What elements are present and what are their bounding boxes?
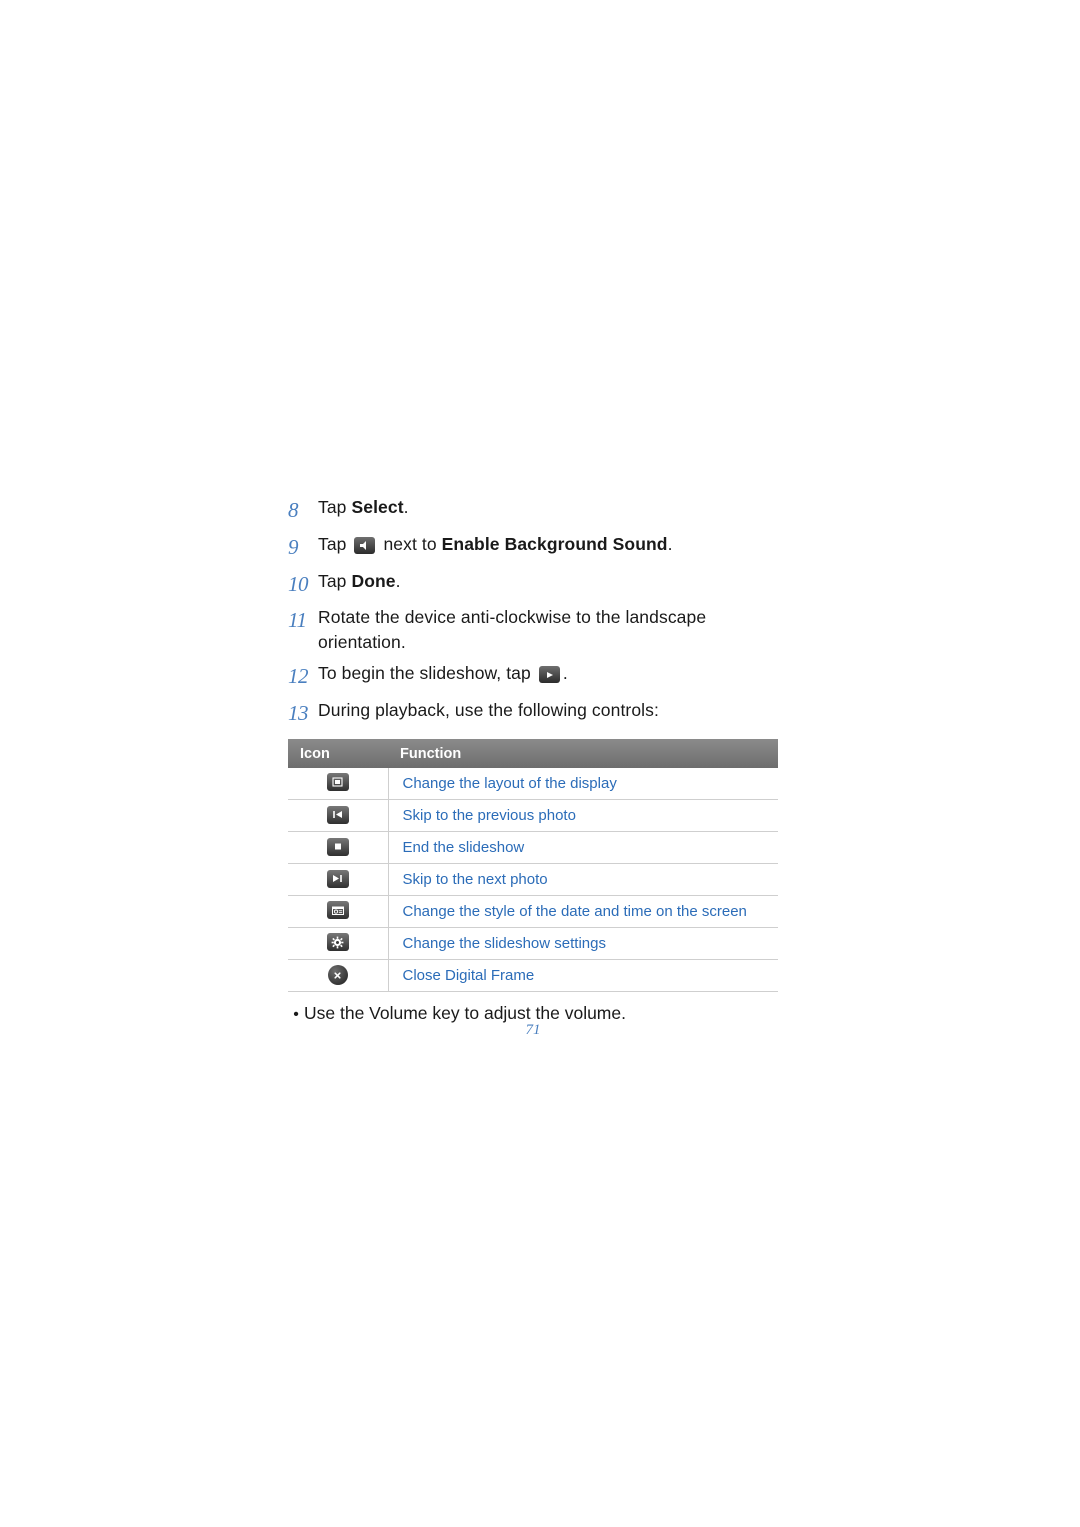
header-function: Function — [388, 738, 778, 768]
step-12: 12 To begin the slideshow, tap . — [288, 661, 788, 692]
step-8-number: 8 — [288, 498, 299, 522]
table-row: Change the slideshow settings — [288, 927, 778, 960]
table-row: Skip to the next photo — [288, 863, 778, 896]
step-11: 11 Rotate the device anti-clockwise to t… — [288, 605, 788, 655]
manual-page: 8 Tap Select. 9 Tap next to Enable Backg… — [0, 0, 1080, 1527]
page-number: 71 — [525, 1022, 541, 1038]
step-13-text: During playback, use the following contr… — [318, 699, 659, 720]
layout-icon — [326, 773, 349, 792]
row-function: Change the layout of the display — [388, 767, 778, 800]
step-11-text: Rotate the device anti-clockwise to the … — [318, 607, 707, 653]
table-row: Change the layout of the display — [288, 767, 778, 800]
table-row: Change the style of the date and time on… — [288, 895, 778, 928]
header-icon: Icon — [288, 738, 388, 768]
step-9-pre: Tap — [318, 533, 352, 554]
step-9-mid: next to — [378, 533, 442, 554]
close-icon — [327, 965, 348, 985]
step-10-text: Tap Done. — [318, 569, 401, 594]
controls-table: Icon Function Change the layout of the d… — [288, 738, 778, 992]
step-8-post: . — [403, 497, 409, 517]
step-9-post: . — [667, 533, 673, 554]
row-function: Close Digital Frame — [388, 959, 778, 992]
step-9: 9 Tap next to Enable Background Sound. — [288, 532, 788, 563]
step-13: 13 During playback, use the following co… — [288, 698, 788, 729]
row-function: Change the style of the date and time on… — [388, 895, 778, 928]
page-content: 8 Tap Select. 9 Tap next to Enable Backg… — [288, 495, 788, 1026]
step-12-number: 12 — [288, 664, 309, 689]
stop-icon — [326, 837, 349, 856]
table-row: Close Digital Frame — [288, 959, 778, 992]
date-time-icon-cell — [288, 895, 389, 928]
step-10: 10 Tap Done. — [288, 569, 788, 600]
step-10-pre: Tap — [318, 570, 352, 591]
next-icon — [326, 869, 349, 888]
step-9-number: 9 — [288, 534, 299, 559]
step-12-pre: To begin the slideshow, tap — [318, 663, 536, 684]
table-row: End the slideshow — [288, 831, 778, 864]
close-icon-cell — [288, 959, 389, 992]
row-function: End the slideshow — [388, 831, 778, 864]
previous-icon-cell — [288, 799, 389, 832]
layout-icon-cell — [288, 767, 389, 800]
step-10-number: 10 — [288, 571, 309, 596]
step-12-text: To begin the slideshow, tap . — [318, 661, 568, 690]
row-function: Skip to the next photo — [388, 863, 778, 896]
date-time-icon — [326, 901, 349, 920]
row-function: Change the slideshow settings — [388, 927, 778, 960]
volume-bullet-text: Use the Volume key to adjust the volume. — [304, 1002, 626, 1023]
step-8: 8 Tap Select. — [288, 495, 788, 526]
stop-icon-cell — [288, 831, 389, 864]
step-9-text: Tap next to Enable Background Sound. — [318, 532, 673, 561]
play-icon — [538, 665, 560, 690]
step-12-post: . — [562, 663, 568, 684]
step-9-bold: Enable Background Sound — [441, 533, 668, 554]
step-10-bold: Done — [351, 570, 396, 591]
previous-icon — [326, 805, 349, 824]
step-8-text: Tap Select. — [318, 495, 409, 520]
step-10-post: . — [395, 570, 401, 591]
background-sound-icon — [354, 536, 376, 561]
next-icon-cell — [288, 863, 389, 896]
step-11-number: 11 — [288, 608, 307, 633]
table-header-row: Icon Function — [288, 738, 778, 768]
step-8-bold: Select — [351, 497, 404, 517]
row-function: Skip to the previous photo — [388, 799, 778, 832]
step-8-pre: Tap — [318, 497, 352, 517]
step-13-number: 13 — [288, 700, 309, 725]
settings-gear-icon-cell — [288, 927, 389, 960]
settings-gear-icon — [326, 933, 349, 951]
table-row: Skip to the previous photo — [288, 799, 778, 832]
